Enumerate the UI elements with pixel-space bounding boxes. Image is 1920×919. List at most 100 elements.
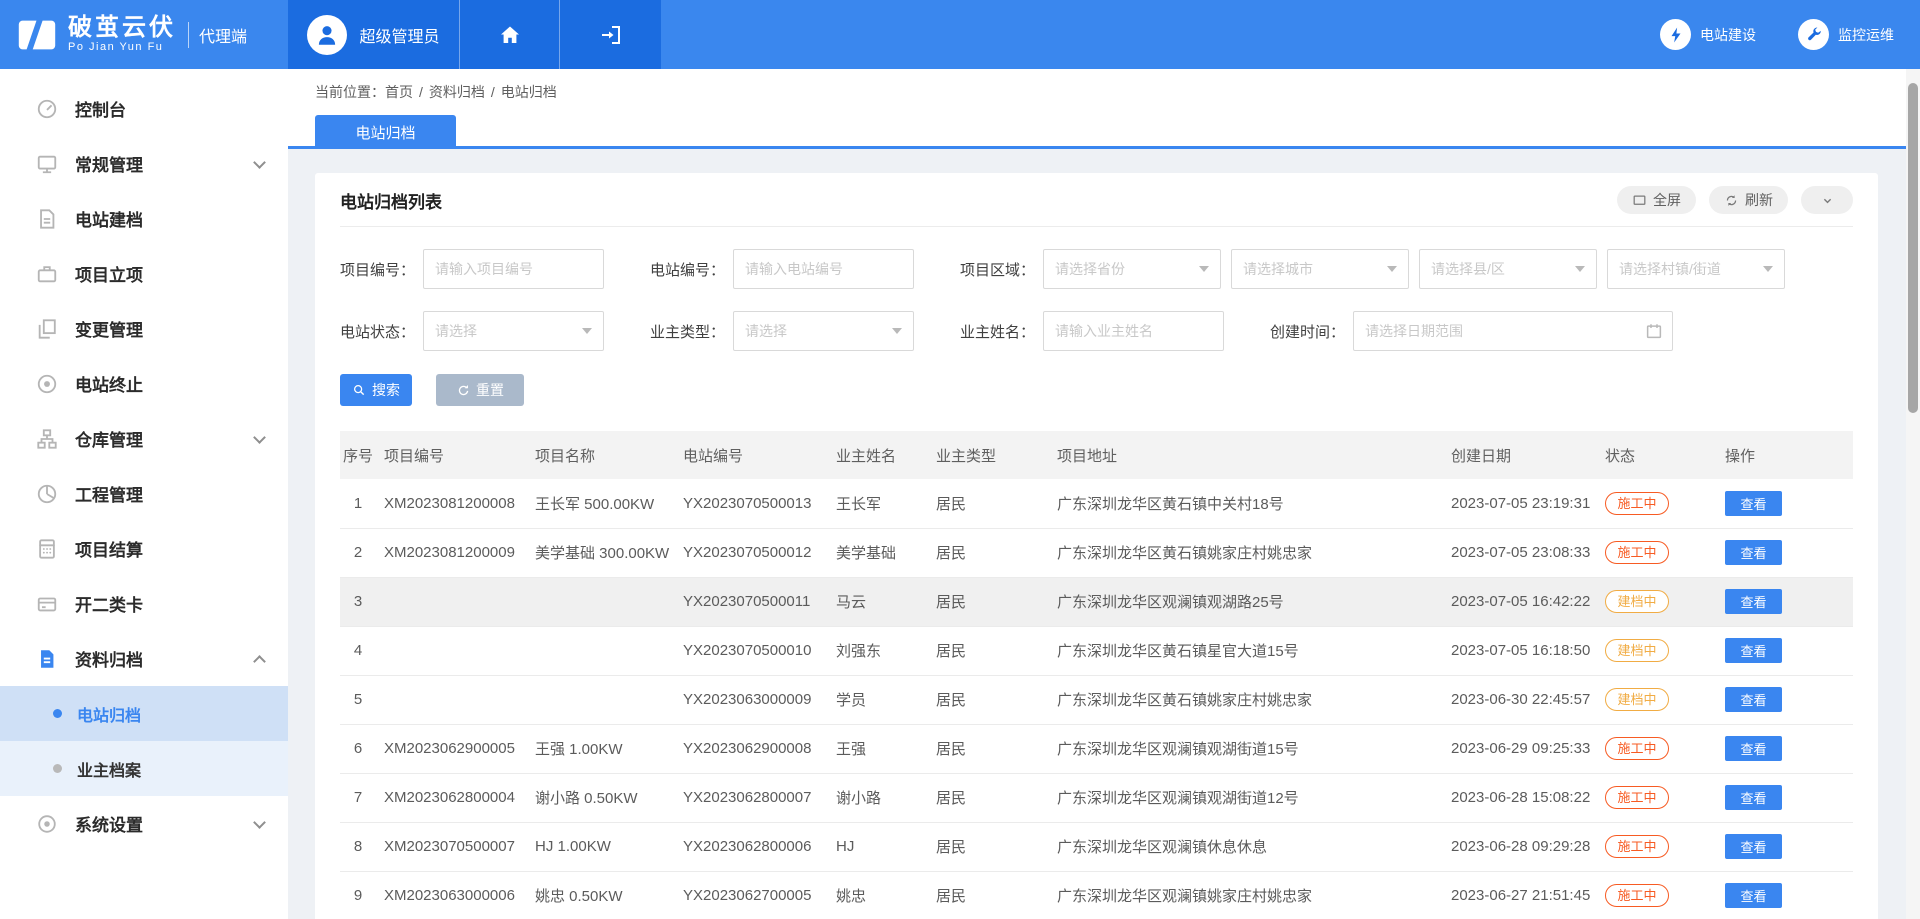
owner-name-input[interactable] [1043,311,1224,351]
table-row: 8XM2023070500007HJ 1.00KWYX2023062800006… [340,822,1853,871]
sidebar-item[interactable]: 项目结算 [0,521,288,576]
refresh-button[interactable]: 刷新 [1709,186,1788,214]
table-row: 6XM2023062900005王强 1.00KWYX2023062900008… [340,724,1853,773]
sidebar: 控制台常规管理电站建档项目立项变更管理电站终止仓库管理工程管理项目结算开二类卡资… [0,69,288,919]
table-cell: 施工中 [1597,724,1717,773]
sidebar-item[interactable]: 仓库管理 [0,411,288,466]
view-button[interactable]: 查看 [1725,491,1782,516]
view-button[interactable]: 查看 [1725,785,1782,810]
fullscreen-button[interactable]: 全屏 [1617,186,1696,214]
table-cell: 美学基础 [828,528,928,577]
table-cell: 建档中 [1597,626,1717,675]
tab-station-archive[interactable]: 电站归档 [315,115,456,149]
home-button[interactable] [460,0,560,69]
table-cell: XM2023081200008 [376,479,527,528]
created-time-label: 创建时间： [1270,321,1345,342]
user-icon [314,22,340,48]
briefcase-icon [36,263,58,285]
station-build-label: 电站建设 [1700,25,1756,45]
view-button[interactable]: 查看 [1725,834,1782,859]
county-select[interactable]: 请选择县/区 [1419,249,1597,289]
home-icon [498,23,522,47]
table-cell: YX2023070500013 [675,479,828,528]
province-select[interactable]: 请选择省份 [1043,249,1221,289]
view-button[interactable]: 查看 [1725,687,1782,712]
city-placeholder: 请选择城市 [1243,259,1313,279]
collapse-button[interactable] [1801,186,1853,214]
breadcrumb-station-archive[interactable]: 电站归档 [501,82,557,102]
station-build-entry[interactable]: 电站建设 [1660,19,1756,50]
current-user-button[interactable]: 超级管理员 [288,0,460,69]
table-cell: 广东深圳龙华区观澜镇姚家庄村姚忠家 [1049,871,1443,919]
table-cell: 居民 [928,822,1049,871]
breadcrumb-home[interactable]: 首页 [385,82,413,102]
reset-button[interactable]: 重置 [436,374,524,406]
table-cell [376,577,527,626]
status-badge: 施工中 [1605,737,1669,760]
date-range-input[interactable] [1353,311,1673,351]
column-header: 项目编号 [376,431,527,479]
topbar-shortcuts: 电站建设 监控运维 [1660,0,1894,69]
table-cell: 谢小路 0.50KW [527,773,675,822]
table-row: 3YX2023070500011马云居民广东深圳龙华区观澜镇观湖路25号2023… [340,577,1853,626]
table-cell: 王强 [828,724,928,773]
sidebar-item[interactable]: 电站终止 [0,356,288,411]
column-header: 操作 [1717,431,1853,479]
sidebar-item[interactable]: 控制台 [0,81,288,136]
table-cell: 王长军 [828,479,928,528]
view-button[interactable]: 查看 [1725,736,1782,761]
search-label: 搜索 [372,380,400,400]
table-row: 7XM2023062800004谢小路 0.50KWYX202306280000… [340,773,1853,822]
monitor-ops-entry[interactable]: 监控运维 [1798,19,1894,50]
breadcrumb-prefix: 当前位置： [315,82,385,102]
chevron-down-icon [1820,193,1835,208]
sidebar-subitem[interactable]: 业主档案 [0,741,288,796]
scrollbar-thumb[interactable] [1908,83,1918,413]
view-button[interactable]: 查看 [1725,589,1782,614]
station-status-select[interactable]: 请选择 [423,311,604,351]
table-cell: 5 [340,675,376,724]
filter-row-2: 电站状态： 请选择 业主类型： 请选择 业主姓名： 创建时间： [340,311,1853,351]
table-cell: 2023-06-28 09:29:28 [1443,822,1597,871]
table-cell: 姚忠 [828,871,928,919]
view-button[interactable]: 查看 [1725,540,1782,565]
sidebar-item[interactable]: 变更管理 [0,301,288,356]
table-cell: HJ [828,822,928,871]
view-button[interactable]: 查看 [1725,883,1782,908]
owner-type-select[interactable]: 请选择 [733,311,914,351]
city-select[interactable]: 请选择城市 [1231,249,1409,289]
table-cell [527,577,675,626]
project-no-label: 项目编号： [340,259,415,280]
sidebar-item[interactable]: 常规管理 [0,136,288,191]
breadcrumb-archive[interactable]: 资料归档 [429,82,485,102]
sidebar-subitem[interactable]: 电站归档 [0,686,288,741]
sidebar-item-label: 常规管理 [75,151,143,176]
table-cell: 2023-07-05 16:18:50 [1443,626,1597,675]
table-row: 9XM2023063000006姚忠 0.50KWYX2023062700005… [340,871,1853,919]
village-select[interactable]: 请选择村镇/街道 [1607,249,1785,289]
table-cell: 王强 1.00KW [527,724,675,773]
sidebar-item[interactable]: 开二类卡 [0,576,288,631]
view-button[interactable]: 查看 [1725,638,1782,663]
sidebar-item[interactable]: 项目立项 [0,246,288,301]
table-cell: 广东深圳龙华区黄石镇姚家庄村姚忠家 [1049,528,1443,577]
table-cell: 广东深圳龙华区黄石镇姚家庄村姚忠家 [1049,675,1443,724]
table-cell: 4 [340,626,376,675]
table-cell: YX2023062700005 [675,871,828,919]
sidebar-item[interactable]: 资料归档 [0,631,288,686]
filter-actions: 搜索 重置 [340,374,1853,406]
card-header: 电站归档列表 全屏 刷新 [340,173,1853,227]
breadcrumb-separator: / [491,84,495,100]
copy-icon [36,318,58,340]
project-no-input[interactable] [423,249,604,289]
station-no-input[interactable] [733,249,914,289]
search-button[interactable]: 搜索 [340,374,412,406]
sidebar-item[interactable]: 电站建档 [0,191,288,246]
sidebar-item[interactable]: 工程管理 [0,466,288,521]
logout-button[interactable] [560,0,661,69]
table-cell: YX2023062800007 [675,773,828,822]
sidebar-item[interactable]: 系统设置 [0,796,288,851]
table-cell: XM2023070500007 [376,822,527,871]
table-row: 1XM2023081200008王长军 500.00KWYX2023070500… [340,479,1853,528]
table-cell: 2023-07-05 16:42:22 [1443,577,1597,626]
